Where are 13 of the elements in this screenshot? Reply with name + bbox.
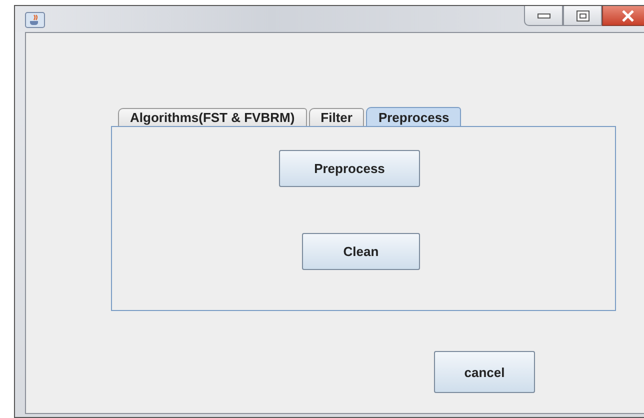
maximize-icon [576, 10, 590, 22]
minimize-icon [536, 12, 550, 18]
tab[interactable]: Algorithms(FST & FVBRM) [118, 108, 307, 126]
tab[interactable]: Filter [308, 108, 364, 126]
cup-icon [25, 12, 45, 28]
preprocess-button[interactable]: Preprocess [279, 150, 420, 187]
minimize-button[interactable] [524, 6, 563, 26]
maximize-button[interactable] [563, 6, 602, 26]
tab[interactable]: Preprocess [366, 107, 462, 126]
close-button[interactable] [602, 6, 644, 26]
close-icon [621, 10, 635, 22]
cancel-button[interactable]: cancel [434, 351, 535, 393]
clean-button[interactable]: Clean [302, 233, 420, 270]
